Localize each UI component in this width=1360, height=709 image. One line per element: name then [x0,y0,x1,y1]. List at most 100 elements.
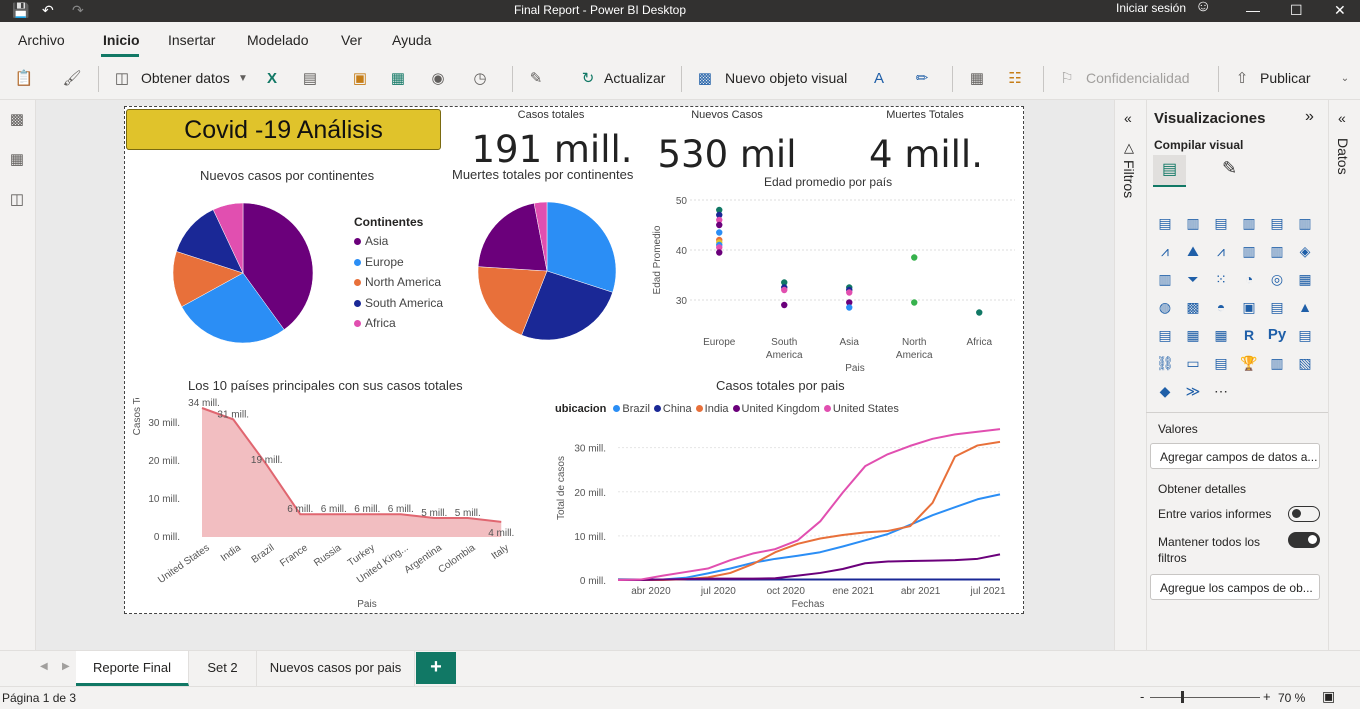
line-legend-item[interactable]: United Kingdom [732,403,820,415]
metrics-icon[interactable]: 🏆 [1239,353,1259,373]
zoom-in-icon[interactable]: + [1263,689,1271,704]
card-value-deaths[interactable]: 4 mill. [826,133,1026,176]
area-chart[interactable]: 30 mill. 20 mill. 10 mill. 0 mill. 34 mill.3… [128,398,540,612]
power-automate-icon[interactable]: ◆ [1155,381,1175,401]
transform-data-icon[interactable]: ◷ [470,68,490,88]
quick-measure-icon[interactable]: ☷ [1005,68,1025,88]
pie1-legend-item[interactable]: Europe [354,255,443,276]
data-label[interactable]: Datos [1335,138,1351,175]
decomposition-tree-icon[interactable]: ⛓ [1155,353,1175,373]
paginated-report-icon[interactable]: ▥ [1267,353,1287,373]
treemap-icon[interactable]: ▦ [1295,269,1315,289]
table-view-icon[interactable]: ▦ [7,150,27,170]
pie1-chart[interactable] [168,198,318,348]
stacked-bar-icon[interactable]: ▤ [1155,213,1175,233]
prev-page-icon[interactable]: ◀ [40,661,48,672]
expand-viz-icon[interactable]: » [1305,108,1314,126]
funnel-icon[interactable]: ⏷ [1183,269,1203,289]
recent-sources-icon[interactable]: ◉ [428,68,448,88]
zoom-slider-handle[interactable] [1181,691,1184,703]
line-series-united-kingdom[interactable] [618,553,1001,581]
signin-link[interactable]: Iniciar sesión [1116,0,1186,16]
pie-chart-icon[interactable]: ◔ [1239,269,1259,289]
format-painter-icon[interactable]: 🖌 [62,68,82,88]
ribbon-collapse-icon[interactable]: ⌄ [1335,68,1355,88]
excel-icon[interactable]: X [262,68,282,88]
expand-data-icon[interactable]: « [1338,110,1346,126]
new-visual-icon[interactable]: ▩ [695,68,715,88]
100-column-icon[interactable]: ▥ [1295,213,1315,233]
keep-filters-toggle[interactable] [1288,532,1320,548]
model-view-icon[interactable]: ◫ [7,190,27,210]
line-series-brazil[interactable] [618,493,1001,581]
waterfall-icon[interactable]: ▥ [1155,269,1175,289]
donut-icon[interactable]: ◎ [1267,269,1287,289]
matrix-icon[interactable]: ▦ [1211,325,1231,345]
stacked-area-icon[interactable]: ⩘ [1211,241,1231,261]
ribbon-chart-icon[interactable]: ◈ [1295,241,1315,261]
stacked-column-icon[interactable]: ▥ [1183,213,1203,233]
r-visual-icon[interactable]: R [1239,325,1259,345]
line-chart-icon[interactable]: ⩘ [1155,241,1175,261]
minimize-icon[interactable]: — [1246,2,1260,18]
line-legend-item[interactable]: India [695,403,729,415]
report-title[interactable]: Covid -19 Análisis [126,109,441,150]
line-chart[interactable]: 30 mill. 20 mill. 10 mill. 0 mill. Total de … [552,418,1022,613]
table-icon[interactable]: ▦ [1183,325,1203,345]
pie1-legend-item[interactable]: South America [354,296,443,317]
card-icon[interactable]: ▣ [1239,297,1259,317]
slicer-icon[interactable]: ▤ [1155,325,1175,345]
card-value-total-cases[interactable]: 191 mill. [452,128,652,171]
chevron-down-icon[interactable]: ▼ [233,68,253,88]
tab-reporte-final[interactable]: Reporte Final [76,651,189,686]
gauge-icon[interactable]: ◓ [1211,297,1231,317]
build-visual-tab-icon[interactable]: ▤ [1153,155,1186,187]
more-visuals-icon[interactable]: ✏ [912,68,932,88]
power-apps-icon[interactable]: ▧ [1295,353,1315,373]
refresh-button[interactable]: Actualizar [604,70,665,86]
fit-to-page-icon[interactable]: ▣ [1322,688,1335,705]
menu-modelado[interactable]: Modelado [247,32,309,48]
scatter-icon[interactable]: ⁙ [1211,269,1231,289]
data-pane[interactable]: « Datos [1328,100,1360,650]
cross-report-toggle[interactable] [1288,506,1320,522]
more-visuals-icon[interactable]: ⋯ [1211,381,1231,401]
clustered-column-icon[interactable]: ▥ [1239,213,1259,233]
user-avatar-icon[interactable]: ☺ [1195,0,1211,15]
pie1-legend-item[interactable]: North America [354,275,443,296]
scatter-point[interactable] [781,286,788,294]
line-legend-item[interactable]: China [653,403,692,415]
clustered-bar-icon[interactable]: ▤ [1211,213,1231,233]
line-legend-item[interactable]: United States [823,403,899,415]
maximize-icon[interactable]: ☐ [1290,2,1303,18]
line-series-united-states[interactable] [617,428,1001,581]
pie2-chart[interactable] [475,199,620,344]
close-icon[interactable]: ✕ [1334,2,1346,18]
format-visual-tab-icon[interactable]: ✎ [1222,158,1237,179]
menu-inicio[interactable]: Inicio [103,32,140,48]
scatter-point[interactable] [911,299,918,306]
zoom-level[interactable]: 70 % [1278,691,1305,705]
publish-icon[interactable]: ⇧ [1232,68,1252,88]
line-legend-item[interactable]: Brazil [613,403,650,415]
enter-data-icon[interactable]: ▦ [388,68,408,88]
add-page-button[interactable]: + [416,652,456,684]
scatter-point[interactable] [716,229,723,236]
paste-icon[interactable]: 📋 [14,68,34,88]
python-visual-icon[interactable]: Py [1267,325,1287,345]
values-field-well[interactable]: Agregar campos de datos a... [1150,443,1320,469]
scatter-point[interactable] [781,301,788,309]
scatter-point[interactable] [716,249,723,256]
scatter-point[interactable] [976,309,983,316]
zoom-slider[interactable] [1150,697,1260,698]
menu-ver[interactable]: Ver [341,32,362,48]
kpi-icon[interactable]: ▲ [1295,297,1315,317]
line-clustered-icon[interactable]: ▥ [1267,241,1287,261]
chevrons-icon[interactable]: ≫ [1183,381,1203,401]
qa-icon[interactable]: ▭ [1183,353,1203,373]
multirow-card-icon[interactable]: ▤ [1267,297,1287,317]
filters-label[interactable]: Filtros [1121,160,1137,198]
refresh-icon[interactable]: ↻ [578,68,598,88]
menu-ayuda[interactable]: Ayuda [392,32,431,48]
smart-narrative-icon[interactable]: ▤ [1211,353,1231,373]
